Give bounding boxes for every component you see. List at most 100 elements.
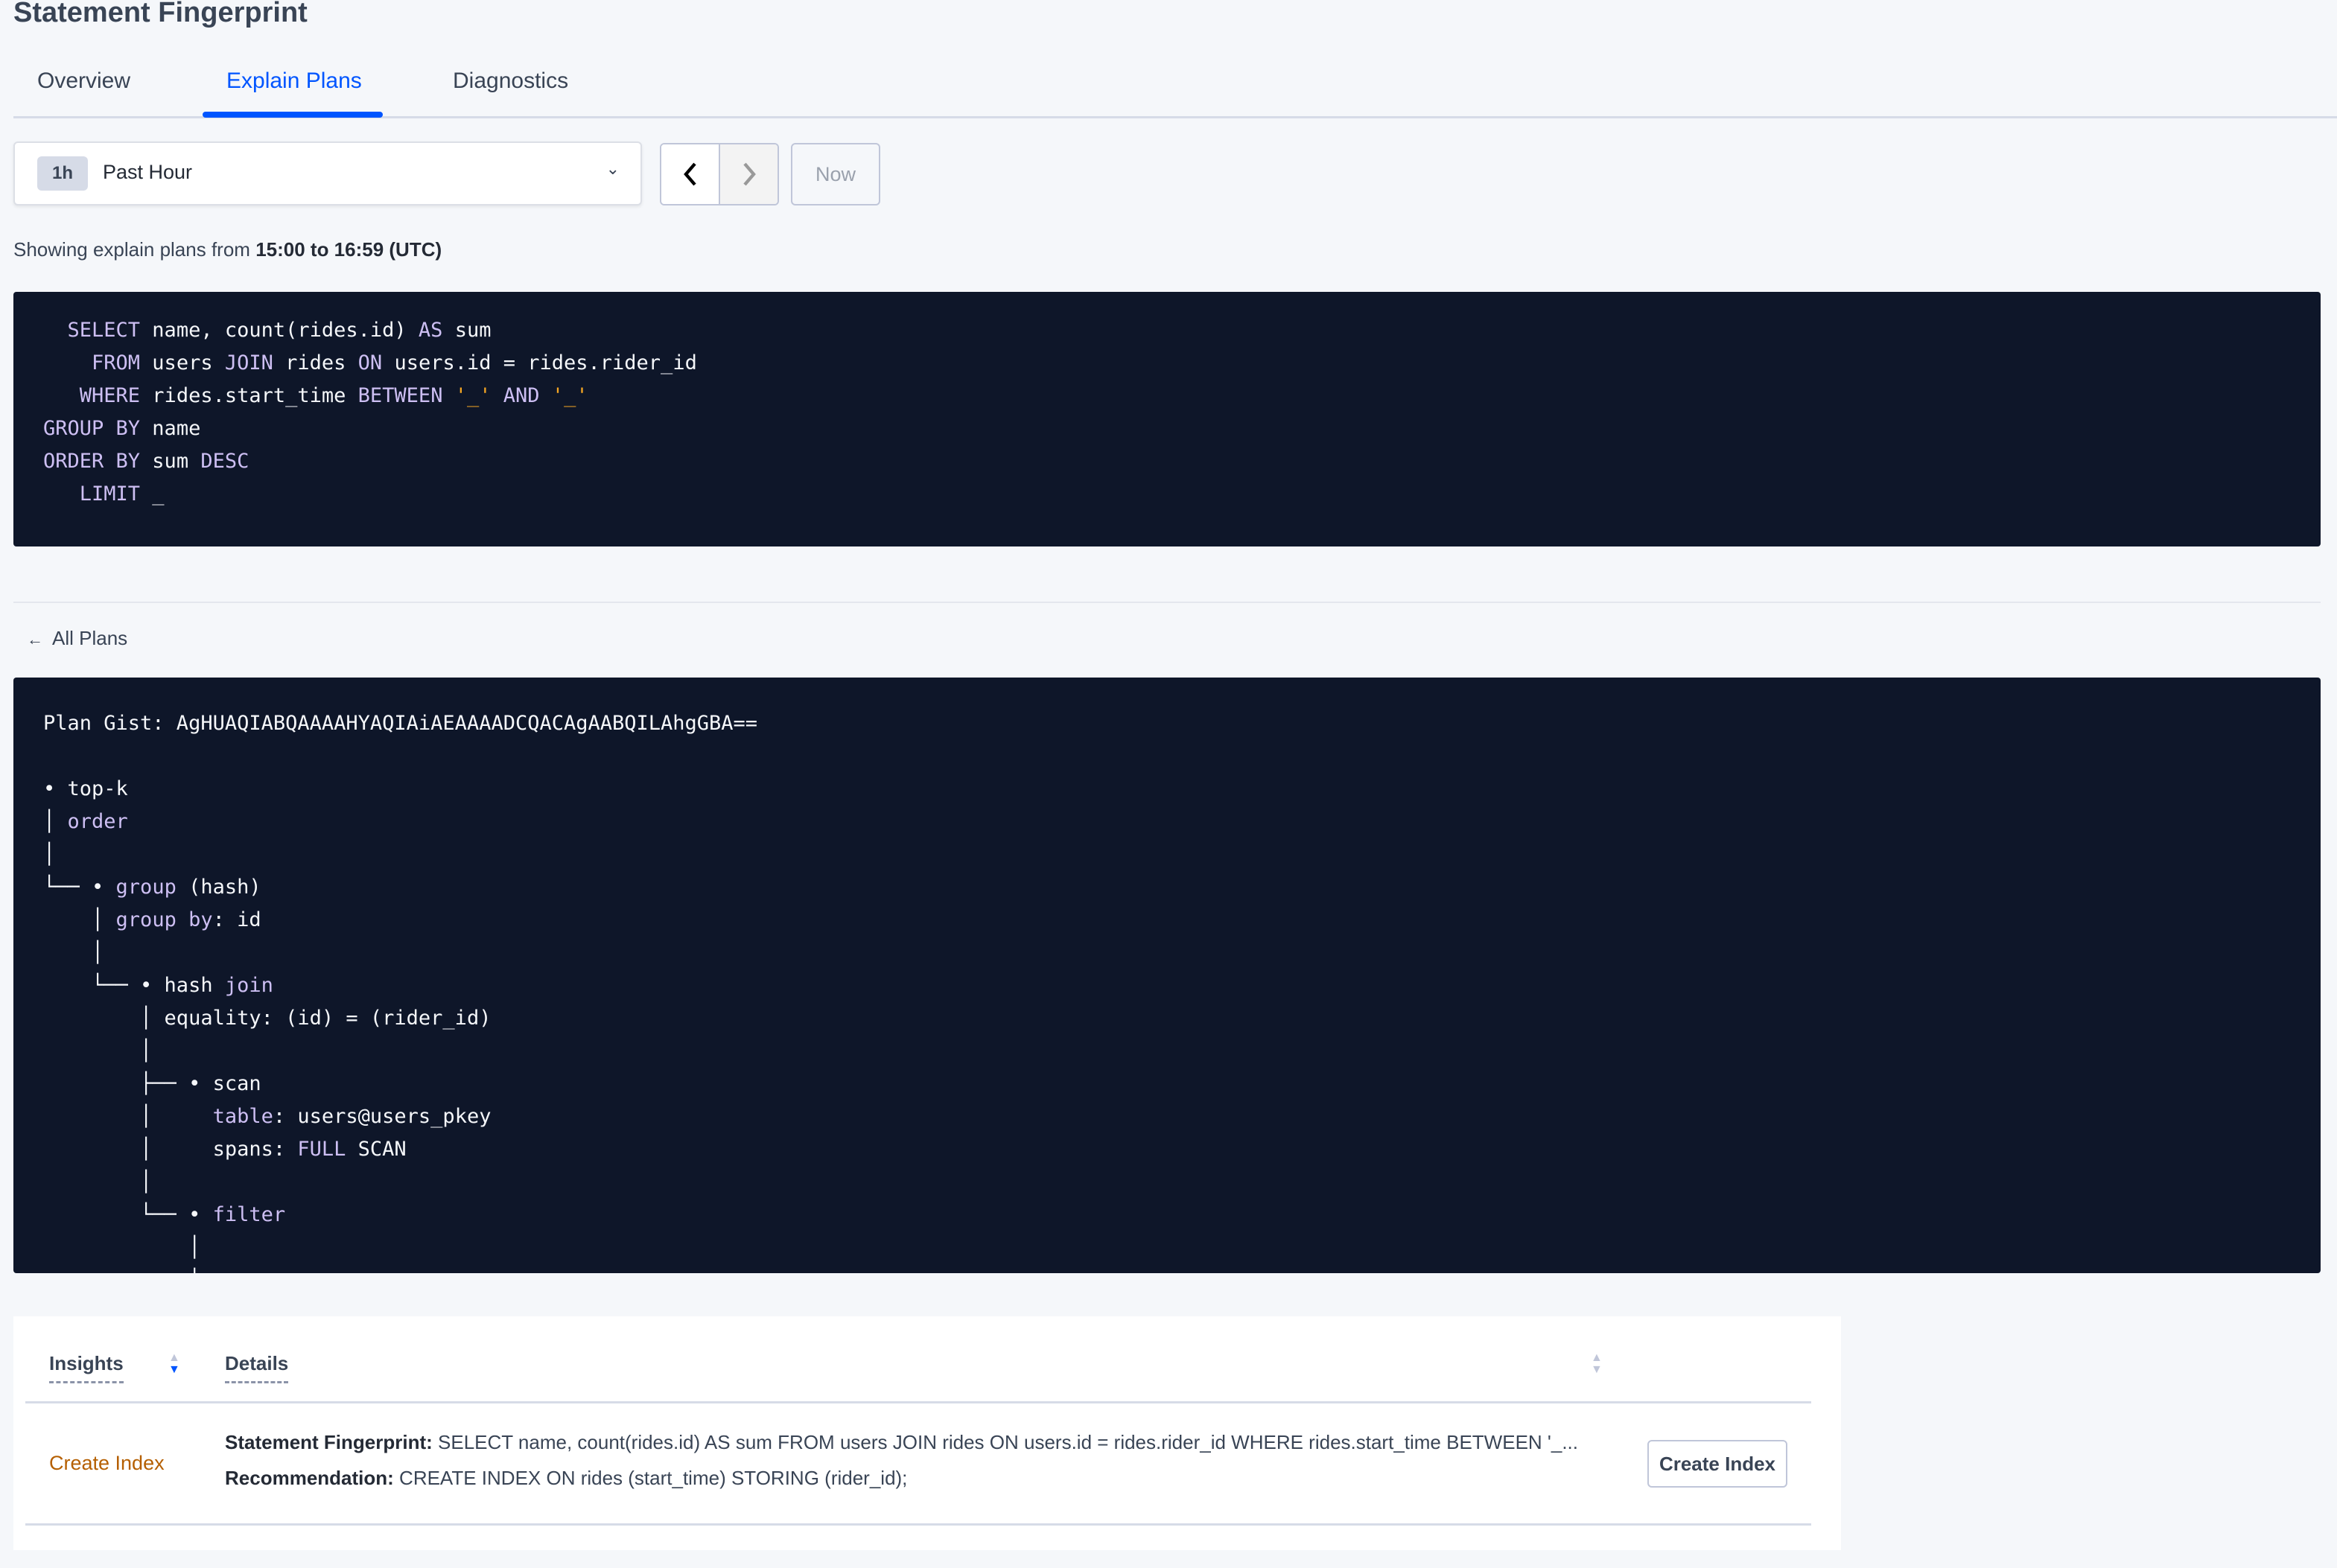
plan-line [43,740,2291,773]
keyword-token: ON [357,351,383,375]
keyword-token: group by [115,908,213,931]
code-token: └── • hash [43,974,225,997]
time-range-description: Showing explain plans from 15:00 to 16:5… [13,238,442,261]
plan-line: │ spans: FULL SCAN [43,1133,2291,1166]
tab-explain-plans[interactable]: Explain Plans [226,68,362,94]
chevron-left-icon [683,162,696,186]
code-token: Plan Gist: AgHUAQIABQAAAAHYAQIAiAEAAAADC… [43,712,758,735]
tab-overview[interactable]: Overview [37,68,130,94]
code-token: rides [273,351,358,375]
insights-table: Insights ▲ ▼ Details ▲ ▼ Create Index Stat… [13,1316,1841,1550]
plan-line: │ [43,1035,2291,1068]
showing-prefix: Showing explain plans from [13,238,256,261]
time-range-badge: 1h [37,156,88,191]
plan-line: ├── • scan [43,1068,2291,1100]
all-plans-label: All Plans [52,627,128,649]
keyword-token: DESC [200,450,249,473]
code-token: name, count(rides.id) [140,319,419,342]
sql-line: FROM users JOIN rides ON users.id = ride… [43,347,2291,380]
string-token: '_' [551,384,588,407]
plan-line: │ group by: id [43,904,2291,937]
keyword-token: JOIN [224,351,273,375]
header-divider [25,1401,1811,1403]
plan-line: • top-k [43,773,2291,806]
sql-line: ORDER BY sum DESC [43,445,2291,478]
code-token: : id [212,908,261,931]
keyword-token: BETWEEN [357,384,443,407]
statement-fingerprint-page: Statement Fingerprint Overview Explain P… [0,0,2337,1568]
code-token: │ [43,941,104,964]
tab-bar: Overview Explain Plans Diagnostics [13,60,2337,118]
sort-icon[interactable]: ▲ ▼ [168,1352,180,1376]
code-token: │ [43,810,68,833]
now-button[interactable]: Now [791,143,880,205]
code-token: users [140,351,225,375]
tab-diagnostics[interactable]: Diagnostics [453,68,568,94]
section-divider [13,602,2321,603]
keyword-token: FROM [43,351,141,375]
statement-fingerprint-detail: Statement Fingerprint: SELECT name, coun… [225,1431,1578,1454]
code-token: └── • [43,876,116,899]
keyword-token: order [67,810,128,833]
sql-line: GROUP BY name [43,412,2291,445]
keyword-token: WHERE [43,384,141,407]
keyword-token: GROUP BY [43,417,141,440]
chevron-down-icon: ⌄ [605,159,620,178]
code-token: (hash) [176,876,261,899]
keyword-token: AS [418,319,443,342]
plan-line: │ [43,1264,2291,1273]
keyword-token: LIMIT [43,482,141,506]
all-plans-link[interactable]: ← All Plans [27,627,127,650]
keyword-token: filter [212,1203,286,1226]
plan-line: └── • group (hash) [43,871,2291,904]
plan-line: │ [43,1231,2291,1264]
column-header-details[interactable]: Details [225,1352,289,1383]
showing-range: 15:00 to 16:59 (UTC) [255,238,442,261]
keyword-token: group [115,876,177,899]
code-token: │ [43,1105,213,1128]
next-time-button[interactable] [720,144,778,204]
time-range-dropdown[interactable]: 1h Past Hour ⌄ [13,141,642,205]
column-header-insights[interactable]: Insights [49,1352,124,1383]
code-token: sum [140,450,201,473]
insight-create-index-link[interactable]: Create Index [49,1452,165,1475]
code-token: │ equality: (id) = (rider_id) [43,1007,492,1030]
active-tab-indicator [203,112,383,118]
plan-line: │ [43,937,2291,969]
keyword-token: table [212,1105,273,1128]
plan-line: │ [43,838,2291,871]
code-token: │ [43,1269,200,1273]
code-token: name [140,417,201,440]
previous-time-button[interactable] [661,144,720,204]
code-token: │ [43,908,116,931]
create-index-button[interactable]: Create Index [1647,1440,1787,1488]
keyword-token: SELECT [43,319,141,342]
code-token: ├── • scan [43,1072,261,1095]
arrow-left-icon: ← [27,630,43,648]
code-token: │ [43,1039,153,1062]
page-title: Statement Fingerprint [13,0,308,28]
keyword-token: FULL [297,1138,346,1161]
code-token: │ spans: [43,1138,298,1161]
time-range-selected: Past Hour [103,161,193,183]
sort-icon[interactable]: ▲ ▼ [1591,1352,1603,1376]
chevron-right-icon [743,162,756,186]
recommendation-value: CREATE INDEX ON rides (start_time) STORI… [393,1467,908,1489]
fingerprint-value: SELECT name, count(rides.id) AS sum FROM… [432,1431,1578,1453]
plan-line: └── • filter [43,1199,2291,1231]
code-token: SCAN [346,1138,407,1161]
sql-line: LIMIT _ [43,478,2291,511]
plan-line: │ equality: (id) = (rider_id) [43,1002,2291,1035]
code-token: │ [43,1170,153,1193]
plan-line: │ table: users@users_pkey [43,1100,2291,1133]
plan-line: Plan Gist: AgHUAQIABQAAAAHYAQIAiAEAAAADC… [43,707,2291,740]
plan-line: │ order [43,806,2291,838]
code-token: │ [43,1236,201,1259]
row-divider [25,1523,1811,1526]
code-token: • top-k [43,777,128,800]
keyword-token: AND [503,384,540,407]
code-token: _ [140,482,165,506]
code-token: sum [442,319,492,342]
